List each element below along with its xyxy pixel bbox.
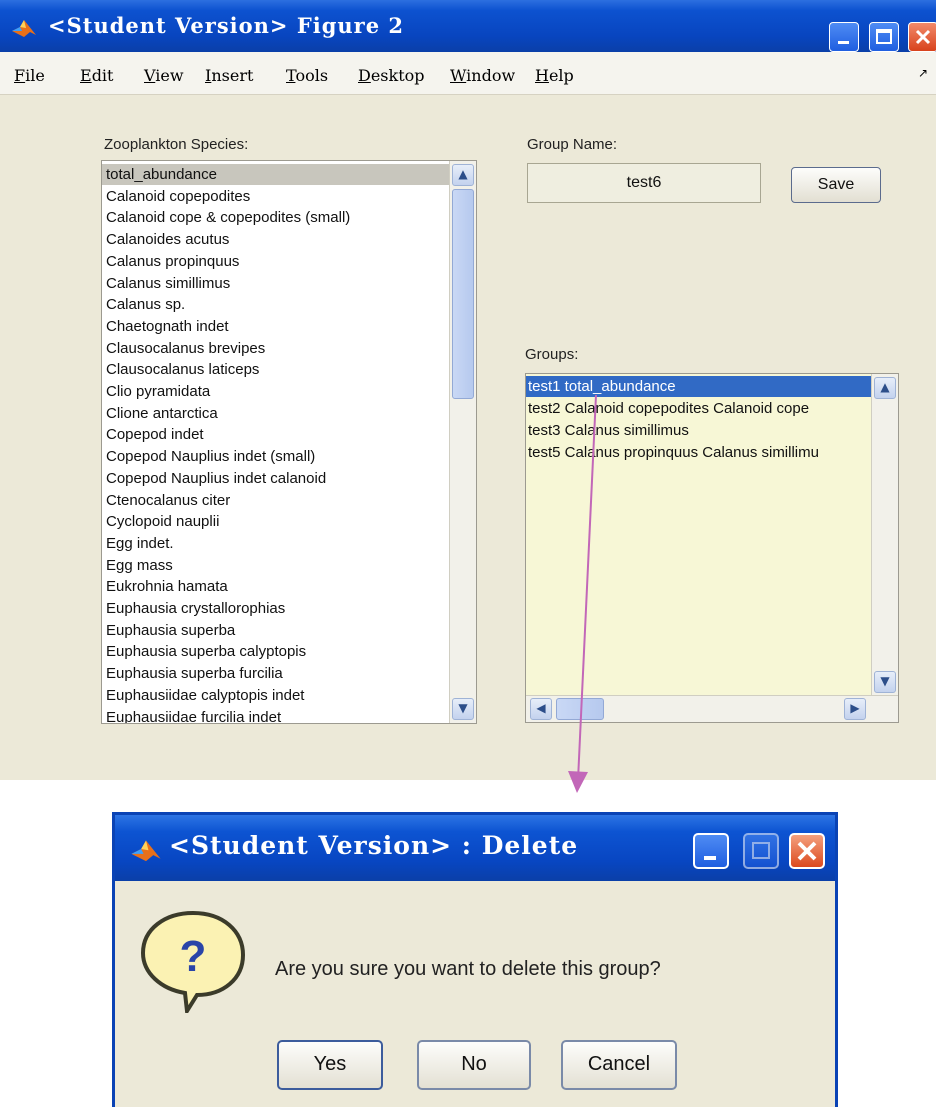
minimize-icon [838, 41, 849, 44]
species-list-item[interactable]: Clausocalanus brevipes [106, 338, 265, 359]
menu-file[interactable]: File [14, 66, 45, 85]
dialog-close-button[interactable] [789, 833, 825, 869]
dialog-minimize-button[interactable] [693, 833, 729, 869]
chevron-down-icon[interactable]: ▼ [874, 671, 896, 693]
species-vertical-scrollbar[interactable]: ▲ ▼ [449, 161, 476, 723]
toolbar-dock-arrow-icon[interactable]: ↗ [918, 66, 928, 80]
menu-window[interactable]: Window [450, 66, 515, 85]
groups-vertical-scrollbar[interactable]: ▲ ▼ [871, 374, 898, 696]
species-list-item[interactable]: Clausocalanus laticeps [106, 359, 259, 380]
menu-insert[interactable]: Insert [205, 66, 253, 85]
menu-edit[interactable]: Edit [80, 66, 113, 85]
species-list-item[interactable]: Clione antarctica [106, 403, 218, 424]
scroll-thumb[interactable] [452, 189, 474, 399]
species-list-item[interactable]: Calanus sp. [106, 294, 185, 315]
dialog-title: <Student Version> : Delete [169, 831, 579, 860]
species-list-item[interactable]: Ctenocalanus citer [106, 490, 230, 511]
chevron-up-icon[interactable]: ▲ [452, 164, 474, 186]
species-list-item[interactable]: Euphausia superba [106, 620, 235, 641]
group-name-label: Group Name: [527, 136, 618, 153]
species-list-item[interactable]: Eukrohnia hamata [106, 576, 228, 597]
close-icon [797, 841, 817, 861]
no-button[interactable]: No [417, 1040, 531, 1090]
dialog-message: Are you sure you want to delete this gro… [275, 958, 661, 980]
species-list-item[interactable]: Copepod Nauplius indet calanoid [106, 468, 326, 489]
species-list-item[interactable]: Calanus simillimus [106, 273, 230, 294]
menu-view[interactable]: View [144, 66, 184, 85]
species-list-item[interactable]: Calanus propinquus [106, 251, 239, 272]
menu-bar: File Edit View Insert Tools Desktop Wind… [0, 52, 936, 95]
species-list-item[interactable]: Clio pyramidata [106, 381, 210, 402]
delete-dialog: <Student Version> : Delete ? Are you sur… [112, 812, 838, 1107]
species-list-item[interactable]: Euphausia superba calyptopis [106, 641, 306, 662]
groups-label: Groups: [525, 346, 579, 363]
dialog-title-bar[interactable]: <Student Version> : Delete [115, 815, 835, 881]
chevron-up-icon[interactable]: ▲ [874, 377, 896, 399]
chevron-left-icon[interactable]: ◀ [530, 698, 552, 720]
svg-text:?: ? [180, 932, 207, 981]
maximize-button[interactable] [869, 22, 899, 52]
species-list-item[interactable]: Euphausia superba furcilia [106, 663, 283, 684]
minimize-button[interactable] [829, 22, 859, 52]
matlab-logo-icon [131, 840, 161, 862]
menu-tools[interactable]: Tools [286, 66, 328, 85]
matlab-logo-icon [12, 20, 36, 37]
chevron-right-icon[interactable]: ▶ [844, 698, 866, 720]
species-list-item[interactable]: Calanoides acutus [106, 229, 229, 250]
save-button[interactable]: Save [791, 167, 881, 203]
species-list-item[interactable]: Euphausia crystallorophias [106, 598, 285, 619]
species-list-item[interactable]: Calanoid cope & copepodites (small) [106, 207, 350, 228]
species-list-item[interactable]: total_abundance [102, 164, 452, 185]
close-icon [915, 29, 931, 45]
maximize-icon [876, 29, 892, 44]
title-bar[interactable]: <Student Version> Figure 2 [0, 0, 936, 52]
yes-button[interactable]: Yes [277, 1040, 383, 1090]
group-list-item[interactable]: test3 Calanus simillimus [528, 420, 689, 441]
species-list-item[interactable]: Copepod indet [106, 424, 204, 445]
species-list-item[interactable]: Cyclopoid nauplii [106, 511, 219, 532]
minimize-icon [704, 856, 716, 860]
species-list-item[interactable]: Euphausiidae calyptopis indet [106, 685, 304, 706]
chevron-down-icon[interactable]: ▼ [452, 698, 474, 720]
species-list-item[interactable]: Chaetognath indet [106, 316, 229, 337]
species-list-item[interactable]: Copepod Nauplius indet (small) [106, 446, 315, 467]
dialog-maximize-button [743, 833, 779, 869]
species-list-item[interactable]: Egg indet. [106, 533, 174, 554]
species-listbox[interactable]: total_abundance Calanoid copepodites Calan… [101, 160, 477, 724]
maximize-icon [752, 842, 770, 859]
species-list-item[interactable]: Euphausiidae furcilia indet [106, 707, 281, 724]
annotation-arrow [568, 395, 597, 793]
close-button[interactable] [908, 22, 936, 52]
window-title: <Student Version> Figure 2 [48, 13, 405, 38]
figure-window: <Student Version> Figure 2 File Edit Vie… [0, 0, 936, 780]
cancel-button[interactable]: Cancel [561, 1040, 677, 1090]
species-label: Zooplankton Species: [104, 136, 249, 153]
group-list-item[interactable]: test1 total_abundance [526, 376, 874, 397]
menu-help[interactable]: Help [535, 66, 574, 85]
species-list-item[interactable]: Egg mass [106, 555, 173, 576]
question-bubble-icon: ? [140, 910, 246, 1013]
menu-desktop[interactable]: Desktop [358, 66, 425, 85]
species-list-item[interactable]: Calanoid copepodites [106, 186, 250, 207]
group-name-field[interactable]: test6 [527, 163, 761, 203]
